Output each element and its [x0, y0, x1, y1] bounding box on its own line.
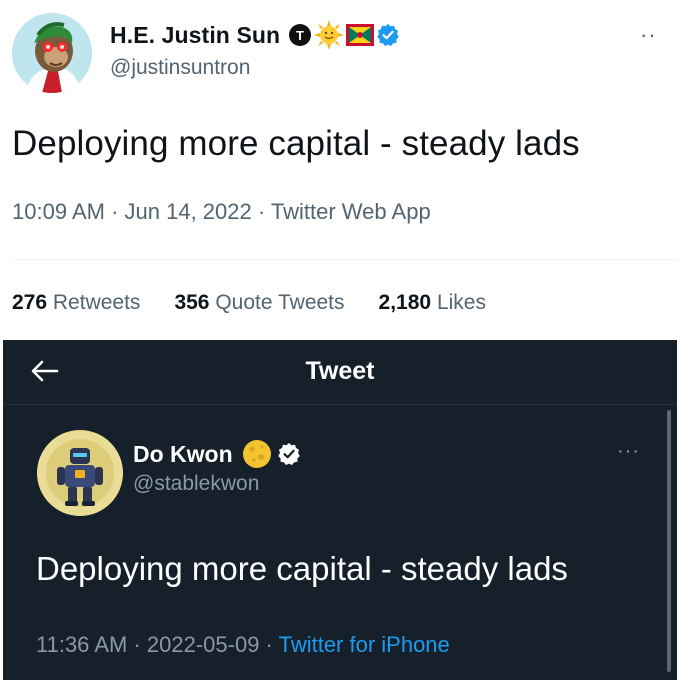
- display-name[interactable]: Do Kwon: [133, 441, 233, 468]
- more-options-icon[interactable]: ···: [617, 440, 640, 463]
- svg-text:T: T: [296, 28, 304, 43]
- tweet-date[interactable]: 2022-05-09: [147, 632, 260, 657]
- tweet-time[interactable]: 10:09 AM: [12, 199, 105, 224]
- retweets-stat[interactable]: 276 Retweets: [12, 291, 140, 315]
- tron-logo-icon: T: [289, 24, 312, 46]
- name-emoji-row: T: [288, 20, 400, 50]
- tweet-text: Deploying more capital - steady lads: [36, 550, 568, 587]
- justin-sun-avatar[interactable]: [12, 13, 92, 93]
- display-name[interactable]: H.E. Justin Sun: [110, 22, 280, 49]
- do-kwon-avatar[interactable]: [37, 430, 123, 516]
- quote-tweets-stat[interactable]: 356 Quote Tweets: [174, 291, 344, 315]
- header-title: Tweet: [305, 357, 375, 385]
- dark-name-row: Do Kwon: [133, 438, 301, 470]
- tweet-date[interactable]: Jun 14, 2022: [125, 199, 252, 224]
- robot-avatar-icon: [37, 430, 123, 516]
- divider: [12, 259, 678, 260]
- moon-emoji-icon: [242, 440, 271, 468]
- top-name-row: H.E. Justin Sun T: [110, 18, 400, 52]
- dark-mode-tweet-screenshot: Tweet Do Kwon @stablekwon ··· Deploying …: [3, 340, 677, 680]
- grenada-flag-icon: [346, 24, 375, 46]
- meta-separator: ·: [104, 199, 125, 224]
- verified-badge-icon: [277, 443, 300, 465]
- likes-stat[interactable]: 2,180 Likes: [379, 291, 486, 315]
- meta-separator: ·: [127, 632, 147, 657]
- tweet-text: Deploying more capital - steady lads: [12, 124, 580, 163]
- original-tweet-card: H.E. Justin Sun T @justinsuntron ·· Depl…: [0, 0, 680, 340]
- tweet-metadata: 10:09 AM · Jun 14, 2022 · Twitter Web Ap…: [12, 199, 431, 225]
- tweet-time[interactable]: 11:36 AM: [36, 632, 127, 657]
- tweet-source[interactable]: Twitter Web App: [271, 199, 431, 224]
- likes-label: Likes: [436, 291, 486, 314]
- verified-badge-icon: [377, 24, 399, 46]
- meta-separator: ·: [259, 632, 279, 657]
- retweets-label: Retweets: [52, 291, 141, 314]
- quote-tweets-label: Quote Tweets: [215, 291, 345, 314]
- retweets-count: 276: [12, 291, 48, 314]
- tweet-header-bar: Tweet: [3, 340, 677, 404]
- sun-emoji-icon: [314, 20, 345, 50]
- likes-count: 2,180: [378, 291, 432, 314]
- user-handle[interactable]: @justinsuntron: [110, 56, 250, 80]
- header-divider: [3, 404, 677, 405]
- engagement-stats: 276 Retweets 356 Quote Tweets 2,180 Like…: [12, 291, 486, 315]
- tweet-source-link[interactable]: Twitter for iPhone: [279, 632, 450, 657]
- user-handle[interactable]: @stablekwon: [133, 472, 259, 496]
- quote-tweets-count: 356: [174, 291, 210, 314]
- meta-separator: ·: [251, 199, 271, 224]
- tweet-metadata: 11:36 AM · 2022-05-09 · Twitter for iPho…: [36, 632, 450, 658]
- more-options-icon[interactable]: ··: [640, 22, 657, 48]
- ape-avatar-icon: [12, 13, 92, 93]
- scrollbar[interactable]: [667, 410, 671, 672]
